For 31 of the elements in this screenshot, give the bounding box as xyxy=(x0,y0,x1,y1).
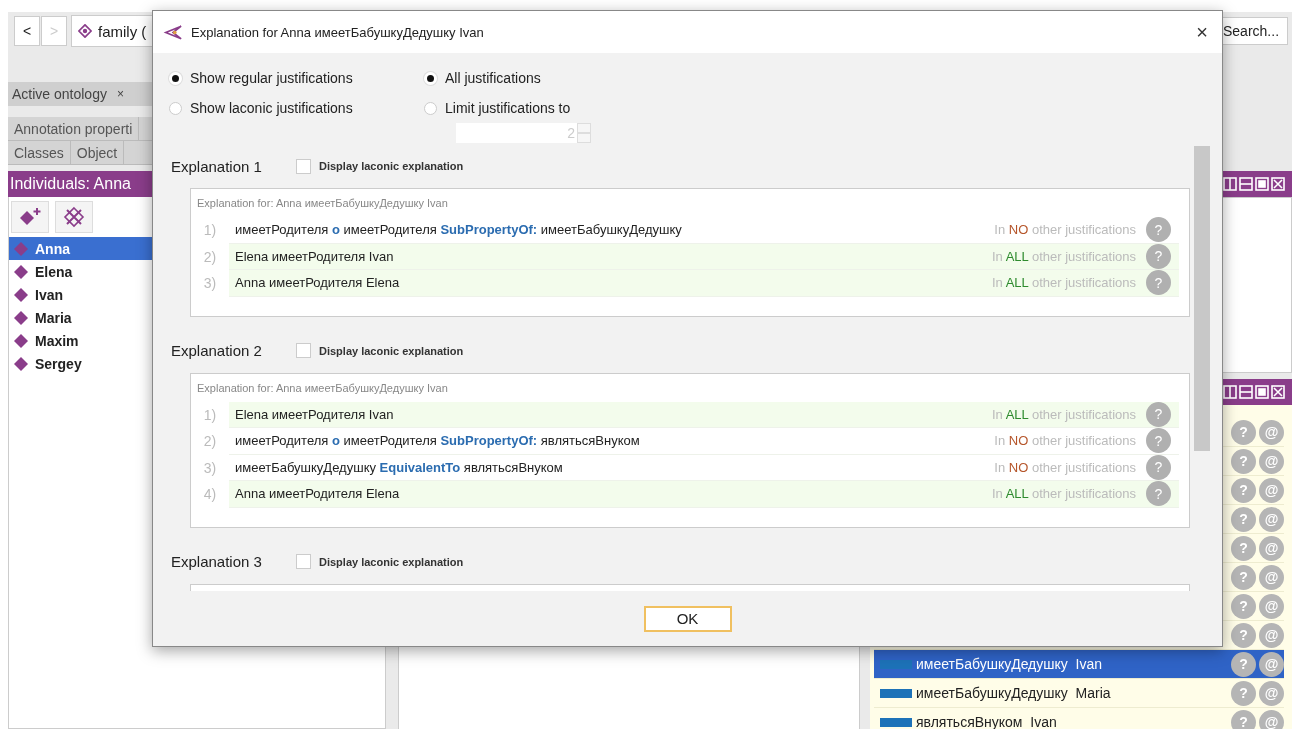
assertion-text: имеетБабушкуДедушку Maria xyxy=(916,685,1111,701)
usage-text: In NO other justifications xyxy=(994,433,1136,449)
line-number: 1) xyxy=(202,405,218,425)
explanation-caption: Explanation for: Anna имеетБабушкуДедушку Ivan xyxy=(196,196,449,211)
panel-title: Individuals: Anna xyxy=(10,175,131,193)
assertion-text: имеетБабушкуДедушку Ivan xyxy=(916,656,1103,672)
usage-text: In ALL other justifications xyxy=(991,486,1136,502)
explanation-title: Explanation 1 xyxy=(171,157,263,175)
axiom-text: Anna имеетРодителя Elena xyxy=(235,486,400,502)
explanation-caption: Explanation for: Anna имеетБабушкуДедушку Ivan xyxy=(196,380,449,396)
assertion-text: являтьсяВнуком Ivan xyxy=(916,714,1057,729)
axiom-text: Elena имеетРодителя Ivan xyxy=(235,248,394,264)
explanation-title: Explanation 2 xyxy=(171,342,263,359)
axiom-text: Anna имеетРодителя Elena xyxy=(235,275,400,291)
line-number: 4) xyxy=(202,485,218,505)
line-number: 1) xyxy=(202,221,218,241)
axiom-text: имеетБабушкуДедушку EquivalentTo являтьсяВнуком xyxy=(235,459,563,475)
dialog-title: Explanation for Anna имеетБабушкуДедушку Ivan xyxy=(191,24,484,40)
usage-text: In NO other justifications xyxy=(994,459,1136,475)
line-number: 2) xyxy=(202,247,218,267)
line-number: 2) xyxy=(202,432,218,452)
line-number: 3) xyxy=(202,458,218,478)
axiom-text: имеетРодителя o имеетРодителя SubPropertyOf: являтьсяВнуком xyxy=(235,433,640,449)
explanation-title: Explanation 3 xyxy=(171,553,263,570)
axiom-text: Elena имеетРодителя Ivan xyxy=(235,406,394,422)
usage-text: In ALL other justifications xyxy=(991,248,1136,264)
usage-text: In NO other justifications xyxy=(994,222,1136,238)
line-number: 3) xyxy=(202,274,218,294)
axiom-text: имеетРодителя o имеетРодителя SubPropertyOf: имеетБабушкуДедушку xyxy=(235,222,682,238)
usage-text: In ALL other justifications xyxy=(991,406,1136,422)
usage-text: In ALL other justifications xyxy=(991,275,1136,291)
